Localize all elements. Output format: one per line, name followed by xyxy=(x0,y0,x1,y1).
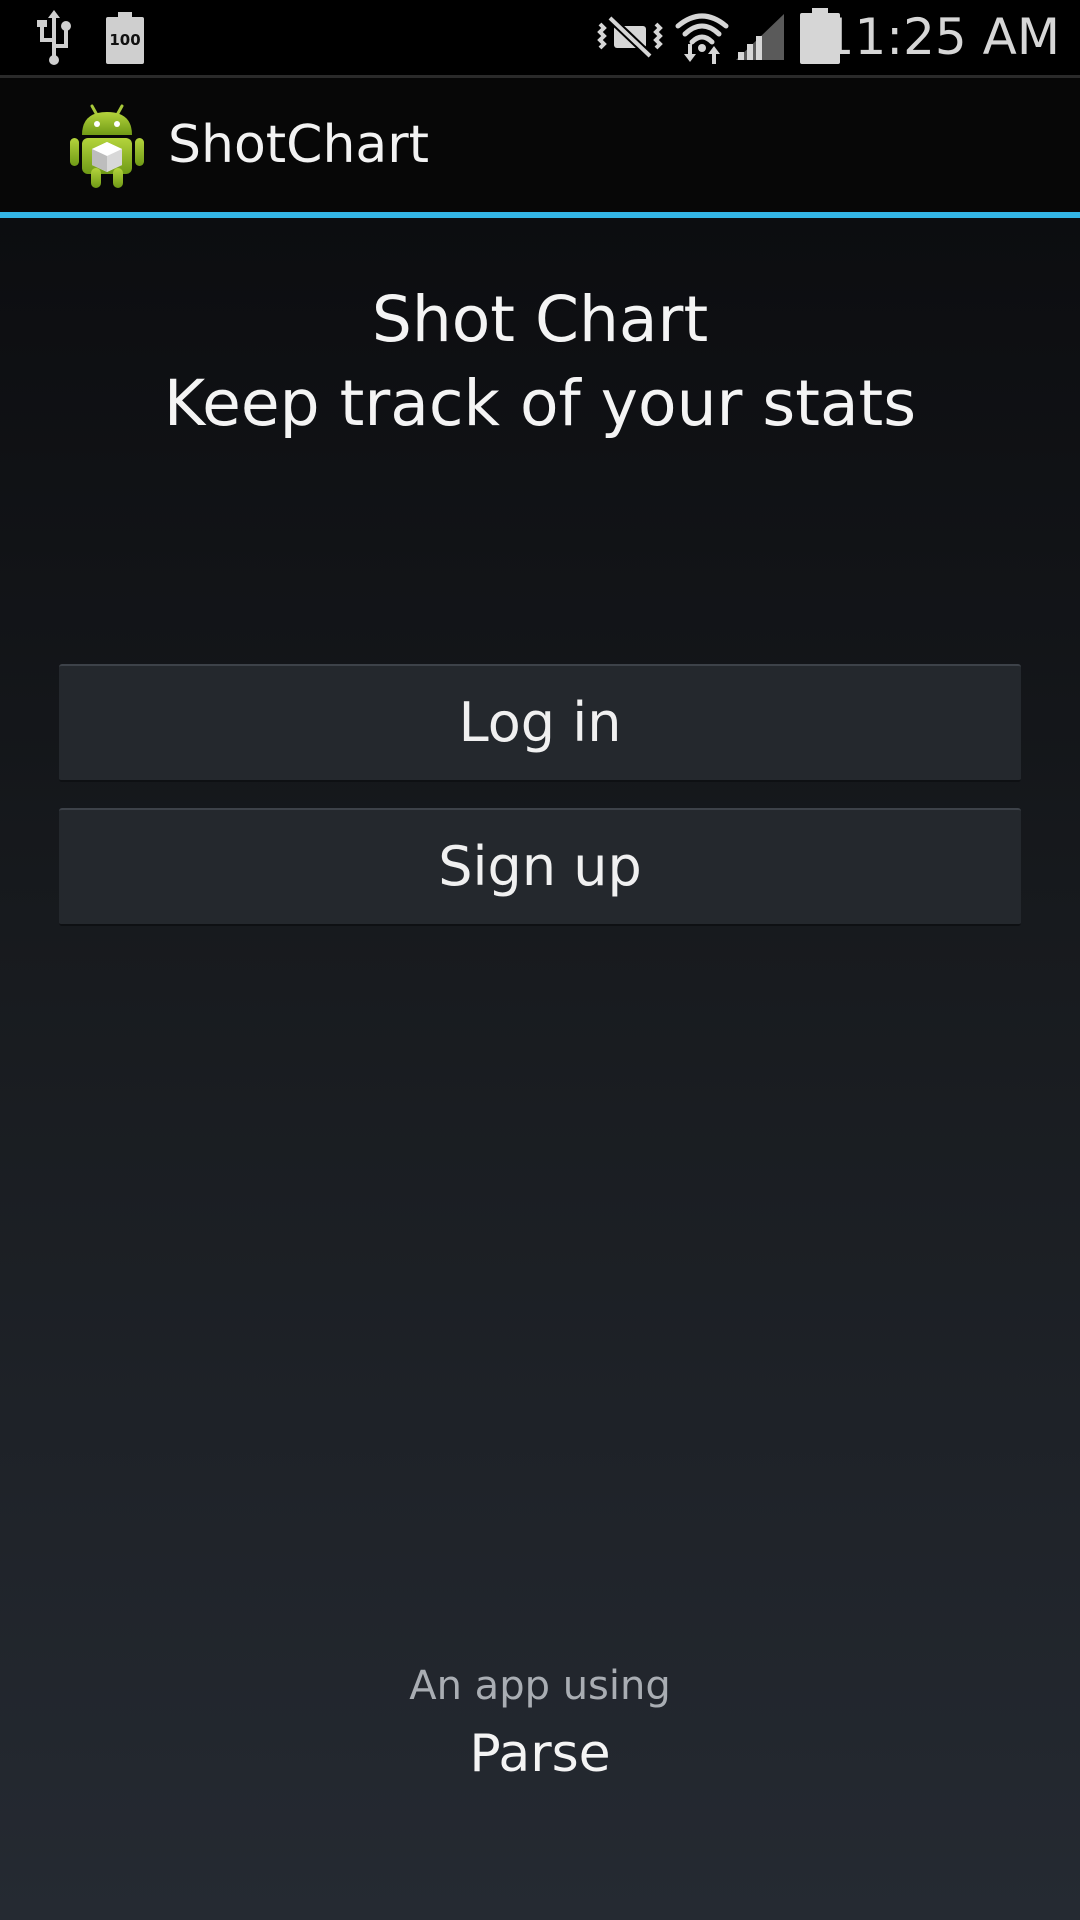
action-bar: ShotChart xyxy=(0,78,1080,212)
signup-button[interactable]: Sign up xyxy=(59,808,1021,926)
page-subtitle: Keep track of your stats xyxy=(163,367,917,440)
login-button[interactable]: Log in xyxy=(59,664,1021,782)
app-screen: 100 11:25 AM ShotChart Shot Chart Keep t… xyxy=(0,0,1080,1920)
signal-icon xyxy=(736,14,784,60)
mute-icon xyxy=(597,15,663,59)
status-clock: 11:25 AM xyxy=(822,8,1060,66)
main-content: Shot Chart Keep track of your stats Log … xyxy=(0,218,1080,1920)
wifi-icon xyxy=(675,13,729,64)
footer-caption: An app using xyxy=(409,1663,671,1709)
battery-saver-label: 100 xyxy=(109,31,141,49)
footer-brand: Parse xyxy=(469,1724,611,1784)
page-title: Shot Chart xyxy=(371,283,709,356)
app-title: ShotChart xyxy=(168,115,430,175)
status-bar: 100 11:25 AM xyxy=(0,0,1080,75)
android-app-icon xyxy=(70,104,144,188)
usb-icon xyxy=(37,10,71,65)
footer: An app using Parse xyxy=(0,1658,1080,1790)
battery-saver-icon: 100 xyxy=(106,12,144,64)
headline: Shot Chart Keep track of your stats xyxy=(0,278,1080,446)
